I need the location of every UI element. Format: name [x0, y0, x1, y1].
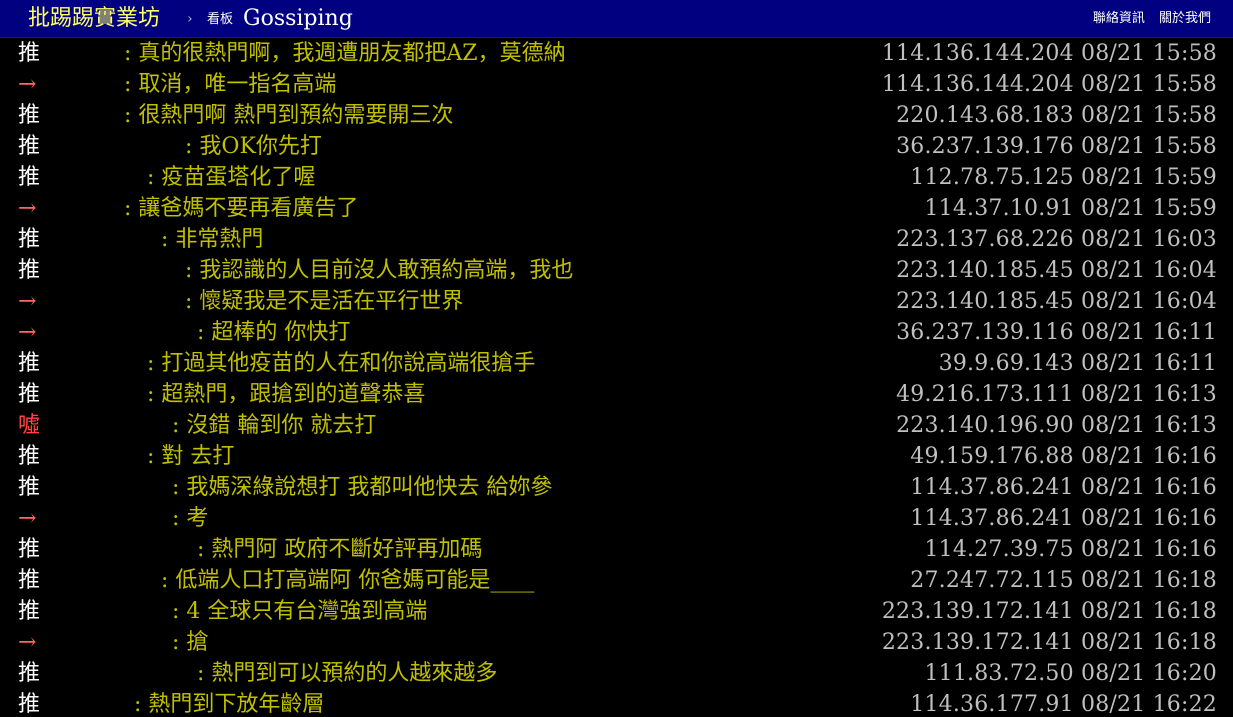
push-ip-datetime: 114.36.177.91 08/21 16:22 [910, 692, 1217, 717]
push-tag: 推 [18, 537, 41, 562]
board-name-link[interactable]: Gossiping [243, 4, 353, 34]
push-row: 推 : 我OK你先打 36.237.139.176 08/21 15:58 [0, 131, 1233, 162]
push-ip-datetime: 114.37.10.91 08/21 15:59 [924, 196, 1217, 221]
push-row: 推 : 很熱門啊 熱門到預約需要開三次 220.143.68.183 08/21 1… [0, 100, 1233, 131]
push-tag: → [18, 196, 37, 221]
push-ip-datetime: 223.137.68.226 08/21 16:03 [896, 227, 1217, 252]
push-tag: 推 [18, 692, 41, 717]
push-tag: 推 [18, 41, 41, 66]
push-row: 推 : 我媽深綠說想打 我都叫他快去 給妳參 114.37.86.241 08/21… [0, 472, 1233, 503]
push-row: 推 : 熱門到下放年齡層 114.36.177.91 08/21 16:22 [0, 689, 1233, 717]
nav-contact-link[interactable]: 聯絡資訊 [1093, 11, 1145, 26]
push-ip-datetime: 114.136.144.204 08/21 15:58 [881, 41, 1217, 66]
push-content: : 很熱門啊 熱門到預約需要開三次 [124, 103, 454, 128]
push-content: : 我OK你先打 [185, 134, 322, 159]
push-row: 推 : 對 去打 49.159.176.88 08/21 16:16 [0, 441, 1233, 472]
push-row: → : 超棒的 你快打 36.237.139.116 08/21 16:11 [0, 317, 1233, 348]
push-content: : 疫苗蛋塔化了喔 [147, 165, 316, 190]
board-label: 看板 [207, 12, 234, 27]
push-ip-datetime: 223.140.185.45 08/21 16:04 [896, 289, 1217, 314]
push-ip-datetime: 114.37.86.241 08/21 16:16 [910, 506, 1217, 531]
push-row: → : 懷疑我是不是活在平行世界 223.140.185.45 08/21 16:0… [0, 286, 1233, 317]
push-row: 噓 : 沒錯 輪到你 就去打 223.140.196.90 08/21 16:13 [0, 410, 1233, 441]
push-tag: 推 [18, 103, 41, 128]
push-tag: 推 [18, 444, 41, 469]
push-content: : 我認識的人目前沒人敢預約高端，我也 [185, 258, 574, 283]
push-content: : 沒錯 輪到你 就去打 [172, 413, 377, 438]
push-row: 推 : 超熱門，跟搶到的道聲恭喜 49.216.173.111 08/21 16:1… [0, 379, 1233, 410]
push-tag: 推 [18, 568, 41, 593]
push-tag: → [18, 320, 37, 345]
push-ip-datetime: 36.237.139.176 08/21 15:58 [896, 134, 1217, 159]
push-ip-datetime: 114.37.86.241 08/21 16:16 [910, 475, 1217, 500]
push-tag: → [18, 630, 37, 655]
push-content: : 非常熱門 [161, 227, 264, 252]
push-ip-datetime: 39.9.69.143 08/21 16:11 [938, 351, 1217, 376]
push-content: : 熱門到可以預約的人越來越多 [197, 661, 498, 686]
push-tag: 推 [18, 475, 41, 500]
push-row: 推 : 疫苗蛋塔化了喔 112.78.75.125 08/21 15:59 [0, 162, 1233, 193]
push-tag: 推 [18, 258, 41, 283]
push-ip-datetime: 223.139.172.141 08/21 16:18 [881, 599, 1217, 624]
push-tag: 推 [18, 134, 41, 159]
push-content: : 對 去打 [147, 444, 235, 469]
push-tag: 推 [18, 227, 41, 252]
push-tag: 推 [18, 351, 41, 376]
push-tag: 推 [18, 382, 41, 407]
push-tag: 推 [18, 661, 41, 686]
push-ip-datetime: 223.140.185.45 08/21 16:04 [896, 258, 1217, 283]
push-content: : 懷疑我是不是活在平行世界 [185, 289, 464, 314]
push-ip-datetime: 27.247.72.115 08/21 16:18 [910, 568, 1217, 593]
push-ip-datetime: 223.140.196.90 08/21 16:13 [896, 413, 1217, 438]
push-row: 推 : 4 全球只有台灣強到高端 223.139.172.141 08/21 16:… [0, 596, 1233, 627]
breadcrumb-arrow-icon: › [187, 11, 193, 27]
push-content: : 讓爸媽不要再看廣告了 [124, 196, 359, 221]
push-content: : 超棒的 你快打 [197, 320, 351, 345]
push-tag: → [18, 506, 37, 531]
top-bar: 批踢踢實業坊 › 看板 Gossiping 聯絡資訊 關於我們 [0, 0, 1233, 38]
push-row: 推 : 熱門到可以預約的人越來越多 111.83.72.50 08/21 16:20 [0, 658, 1233, 689]
push-ip-datetime: 49.159.176.88 08/21 16:16 [910, 444, 1217, 469]
push-tag: 推 [18, 165, 41, 190]
push-content: : 考 [172, 506, 209, 531]
push-row: 推 : 熱門阿 政府不斷好評再加碼 114.27.39.75 08/21 16:16 [0, 534, 1233, 565]
push-content: : 超熱門，跟搶到的道聲恭喜 [147, 382, 426, 407]
push-row: 推 : 打過其他疫苗的人在和你說高端很搶手 39.9.69.143 08/21 16… [0, 348, 1233, 379]
push-content: : 4 全球只有台灣強到高端 [172, 599, 428, 624]
push-content: : 取消，唯一指名高端 [124, 72, 337, 97]
push-row: 推 : 非常熱門 223.137.68.226 08/21 16:03 [0, 224, 1233, 255]
push-tag: → [18, 72, 37, 97]
push-row: → : 取消，唯一指名高端 114.136.144.204 08/21 15:58 [0, 69, 1233, 100]
push-content: : 熱門到下放年齡層 [134, 692, 325, 717]
push-row: 推 : 低端人口打高端阿 你爸媽可能是____ 27.247.72.115 08/2… [0, 565, 1233, 596]
push-content: : 打過其他疫苗的人在和你說高端很搶手 [147, 351, 536, 376]
push-content: : 熱門阿 政府不斷好評再加碼 [197, 537, 483, 562]
push-content: : 低端人口打高端阿 你爸媽可能是____ [161, 568, 535, 593]
push-ip-datetime: 114.27.39.75 08/21 16:16 [924, 537, 1217, 562]
push-row: 推 : 我認識的人目前沒人敢預約高端，我也 223.140.185.45 08/21… [0, 255, 1233, 286]
push-tag: → [18, 289, 37, 314]
top-nav: 聯絡資訊 關於我們 [1083, 10, 1211, 28]
push-ip-datetime: 112.78.75.125 08/21 15:59 [910, 165, 1217, 190]
push-row: 推 : 真的很熱門啊，我週遭朋友都把AZ，莫德納 114.136.144.204 0… [0, 38, 1233, 69]
push-ip-datetime: 111.83.72.50 08/21 16:20 [924, 661, 1217, 686]
push-content: : 真的很熱門啊，我週遭朋友都把AZ，莫德納 [124, 41, 566, 66]
push-row: → : 讓爸媽不要再看廣告了 114.37.10.91 08/21 15:59 [0, 193, 1233, 224]
push-ip-datetime: 223.139.172.141 08/21 16:18 [881, 630, 1217, 655]
push-content: : 搶 [172, 630, 209, 655]
push-row: → : 搶 223.139.172.141 08/21 16:18 [0, 627, 1233, 658]
site-title-link[interactable]: 批踢踢實業坊 [28, 4, 160, 34]
nav-about-link[interactable]: 關於我們 [1159, 11, 1211, 26]
push-tag: 噓 [18, 413, 41, 438]
push-ip-datetime: 220.143.68.183 08/21 15:58 [896, 103, 1217, 128]
push-tag: 推 [18, 599, 41, 624]
push-ip-datetime: 49.216.173.111 08/21 16:13 [896, 382, 1217, 407]
push-content: : 我媽深綠說想打 我都叫他快去 給妳參 [172, 475, 553, 500]
push-row: → : 考 114.37.86.241 08/21 16:16 [0, 503, 1233, 534]
push-ip-datetime: 36.237.139.116 08/21 16:11 [896, 320, 1217, 345]
push-ip-datetime: 114.136.144.204 08/21 15:58 [881, 72, 1217, 97]
push-list: 推 : 真的很熱門啊，我週遭朋友都把AZ，莫德納 114.136.144.204 0… [0, 38, 1233, 717]
